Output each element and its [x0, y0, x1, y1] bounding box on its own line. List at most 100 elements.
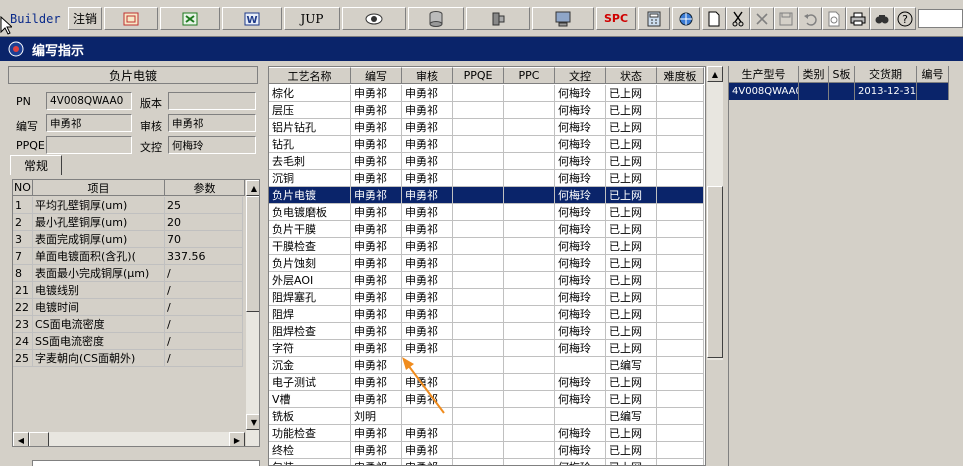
calculator-icon[interactable]: [638, 7, 670, 30]
param-row[interactable]: 8 表面最小完成铜厚(μm) /: [13, 265, 243, 282]
col-ppc-header[interactable]: PPC: [504, 67, 555, 84]
process-row[interactable]: 阻焊 申勇祁 申勇祁 何梅玲 已上网: [269, 306, 705, 323]
spc-button[interactable]: SPC: [596, 7, 636, 30]
col-category-cell[interactable]: [799, 83, 829, 100]
process-row[interactable]: 阻焊检查 申勇祁 申勇祁 何梅玲 已上网: [269, 323, 705, 340]
col-number-header[interactable]: 编号: [917, 66, 949, 83]
new-file-icon[interactable]: [702, 7, 726, 30]
col-number-cell[interactable]: [917, 83, 949, 100]
print-icon[interactable]: [846, 7, 870, 30]
col-difficulty-header[interactable]: 难度板: [657, 67, 704, 84]
process-row[interactable]: 去毛刺 申勇祁 申勇祁 何梅玲 已上网: [269, 153, 705, 170]
param-row[interactable]: 2 最小孔壁铜厚(um) 20: [13, 214, 243, 231]
left-bottom-field[interactable]: [32, 460, 260, 466]
col-ppc-cell: [504, 442, 555, 459]
col-status-cell: 已上网: [606, 204, 657, 221]
col-s-board-header[interactable]: S板: [829, 66, 855, 83]
scroll-left-arrow-icon[interactable]: ◀: [13, 432, 29, 446]
tab-general[interactable]: 常规: [10, 155, 62, 175]
col-model-cell[interactable]: 4V008QWAA0: [729, 83, 799, 100]
word-icon[interactable]: W: [222, 7, 282, 30]
param-header-no[interactable]: NO: [13, 180, 33, 196]
jup-button[interactable]: JUP: [284, 7, 340, 30]
col-doc-control-header[interactable]: 文控: [555, 67, 606, 84]
param-row[interactable]: 23 CS面电流密度 /: [13, 316, 243, 333]
doc-control-field[interactable]: 何梅玲: [168, 136, 256, 154]
col-author-header[interactable]: 编写: [351, 67, 402, 84]
logout-button[interactable]: 注销: [68, 7, 102, 30]
param-row[interactable]: 21 电镀线别 /: [13, 282, 243, 299]
param-row[interactable]: 3 表面完成铜厚(um) 70: [13, 231, 243, 248]
param-row[interactable]: 1 平均孔壁铜厚(um) 25: [13, 197, 243, 214]
version-field[interactable]: [168, 92, 256, 110]
process-row[interactable]: V槽 申勇祁 申勇祁 何梅玲 已上网: [269, 391, 705, 408]
process-row[interactable]: 铝片钻孔 申勇祁 申勇祁 何梅玲 已上网: [269, 119, 705, 136]
col-process-name-header[interactable]: 工艺名称: [269, 67, 351, 84]
param-value: /: [165, 316, 243, 333]
scroll-right-arrow-icon[interactable]: ▶: [229, 432, 245, 446]
tools-icon[interactable]: [466, 7, 530, 30]
process-row[interactable]: 棕化 申勇祁 申勇祁 何梅玲 已上网: [269, 85, 705, 102]
builder-button[interactable]: Builder: [4, 7, 64, 30]
param-header-item[interactable]: 项目: [33, 180, 165, 196]
view-icon[interactable]: [342, 7, 406, 30]
author-field[interactable]: 申勇祁: [46, 114, 132, 132]
param-row[interactable]: 25 字麦朝向(CS面朝外) /: [13, 350, 243, 367]
col-status-header[interactable]: 状态: [606, 67, 657, 84]
help-icon[interactable]: ?: [894, 7, 916, 30]
process-row[interactable]: 包装申勇祁申勇祁何梅玲已上网: [269, 459, 705, 465]
process-row[interactable]: 电子测试申勇祁申勇祁何梅玲已上网: [269, 374, 705, 391]
reviewer-field[interactable]: 申勇祁: [168, 114, 256, 132]
process-row[interactable]: 终检 申勇祁 申勇祁 何梅玲 已上网: [269, 442, 705, 459]
delete-icon[interactable]: [750, 7, 774, 30]
process-row[interactable]: 铣板 刘明 已编写: [269, 408, 705, 425]
param-row[interactable]: 24 SS面电流密度 /: [13, 333, 243, 350]
pn-field[interactable]: 4V008QWAA0: [46, 92, 132, 110]
preview-icon[interactable]: [822, 7, 846, 30]
col-delivery-date-header[interactable]: 交货期: [855, 66, 917, 83]
param-horizontal-scrollbar[interactable]: ◀ ▶: [13, 432, 245, 446]
param-vertical-scrollbar[interactable]: ▲ ▼: [245, 180, 259, 446]
process-row[interactable]: 钻孔 申勇祁 申勇祁 何梅玲 已上网: [269, 136, 705, 153]
process-row[interactable]: 干膜检查 申勇祁 申勇祁 何梅玲 已上网: [269, 238, 705, 255]
browser-icon[interactable]: [672, 7, 700, 30]
process-row[interactable]: 阻焊塞孔 申勇祁 申勇祁 何梅玲 已上网: [269, 289, 705, 306]
excel-icon[interactable]: [160, 7, 220, 30]
scroll-up-arrow-icon[interactable]: ▲: [246, 180, 259, 196]
col-reviewer-header[interactable]: 审核: [402, 67, 453, 84]
process-row[interactable]: 字符 申勇祁 申勇祁 何梅玲 已上网: [269, 340, 705, 357]
process-row[interactable]: 负片蚀刻 申勇祁 申勇祁 何梅玲 已上网: [269, 255, 705, 272]
scroll-down-arrow-icon[interactable]: ▼: [246, 414, 259, 430]
process-row[interactable]: 负电镀磨板 申勇祁 申勇祁 何梅玲 已上网: [269, 204, 705, 221]
col-s-board-cell[interactable]: [829, 83, 855, 100]
find-icon[interactable]: [870, 7, 894, 30]
param-scroll-thumb[interactable]: [246, 196, 259, 312]
col-ppqe-header[interactable]: PPQE: [453, 67, 504, 84]
process-row[interactable]: 功能检查 申勇祁 申勇祁 何梅玲 已上网: [269, 425, 705, 442]
monitor-icon[interactable]: [532, 7, 594, 30]
report-icon[interactable]: [104, 7, 158, 30]
process-row[interactable]: 层压 申勇祁 申勇祁 何梅玲 已上网: [269, 102, 705, 119]
process-row[interactable]: 沉金 申勇祁 已编写: [269, 357, 705, 374]
undo-icon[interactable]: [798, 7, 822, 30]
param-row[interactable]: 7 单面电镀面积(含孔)(337.56: [13, 248, 243, 265]
process-row[interactable]: 负片干膜 申勇祁 申勇祁 何梅玲 已上网: [269, 221, 705, 238]
param-header-value[interactable]: 参数: [165, 180, 245, 196]
process-row[interactable]: 外层AOI 申勇祁 申勇祁 何梅玲 已上网: [269, 272, 705, 289]
database-icon[interactable]: [408, 7, 464, 30]
col-model-header[interactable]: 生产型号: [729, 66, 799, 83]
table-scroll-thumb[interactable]: [707, 186, 723, 358]
cut-icon[interactable]: [726, 7, 750, 30]
process-row[interactable]: 沉铜 申勇祁 申勇祁 何梅玲 已上网: [269, 170, 705, 187]
toolbar-search-input[interactable]: [918, 9, 963, 28]
param-row[interactable]: 22 电镀时间 /: [13, 299, 243, 316]
table-scroll-up-arrow-icon[interactable]: ▲: [707, 66, 723, 82]
save-icon[interactable]: [774, 7, 798, 30]
ppqe-field[interactable]: [46, 136, 132, 154]
param-hscroll-thumb[interactable]: [29, 432, 49, 446]
col-delivery-date-cell[interactable]: 2013-12-31: [855, 83, 917, 100]
col-reviewer-cell: 申勇祁: [402, 204, 453, 221]
col-category-header[interactable]: 类别: [799, 66, 829, 83]
process-row[interactable]: 负片电镀 申勇祁 申勇祁 何梅玲 已上网: [269, 187, 705, 204]
process-table-scrollbar[interactable]: ▲: [707, 66, 723, 360]
